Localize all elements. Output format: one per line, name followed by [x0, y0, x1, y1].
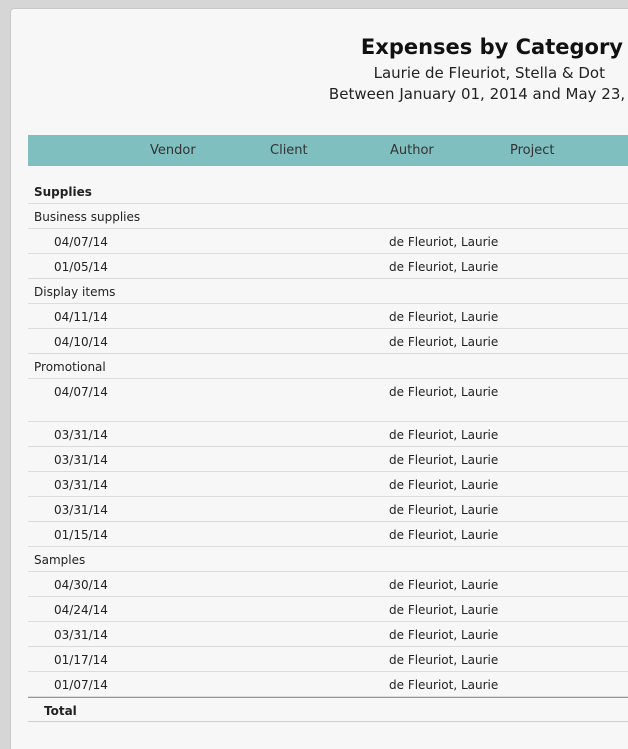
expense-author: de Fleuriot, Laurie	[389, 335, 499, 349]
report-page: Expenses by Category Laurie de Fleuriot,…	[10, 8, 628, 749]
expense-author: de Fleuriot, Laurie	[389, 428, 499, 442]
expense-date: 04/24/14	[54, 603, 108, 617]
report-date-range: Between January 01, 2014 and May 23, 20	[328, 85, 628, 103]
group-label: Business supplies	[34, 210, 141, 224]
expense-row: 01/07/14 de Fleuriot, Laurie	[28, 672, 628, 697]
expense-row: 01/17/14 de Fleuriot, Laurie	[28, 647, 628, 672]
total-row: Total	[28, 697, 628, 722]
expense-row: 04/24/14 de Fleuriot, Laurie	[28, 597, 628, 622]
expense-author: de Fleuriot, Laurie	[389, 385, 499, 399]
expense-author: de Fleuriot, Laurie	[389, 235, 499, 249]
expense-author: de Fleuriot, Laurie	[389, 678, 499, 692]
expense-date: 04/07/14	[54, 385, 108, 399]
expense-author: de Fleuriot, Laurie	[389, 628, 499, 642]
group-row: Business supplies	[28, 204, 628, 229]
expense-date: 03/31/14	[54, 503, 108, 517]
report-header: Expenses by Category Laurie de Fleuriot,…	[328, 35, 628, 103]
expense-date: 01/15/14	[54, 528, 108, 542]
expense-date: 03/31/14	[54, 428, 108, 442]
expense-row: 04/07/14 de Fleuriot, Laurie	[28, 229, 628, 254]
expense-author: de Fleuriot, Laurie	[389, 310, 499, 324]
expense-row: 03/31/14 de Fleuriot, Laurie	[28, 497, 628, 522]
expense-author: de Fleuriot, Laurie	[389, 478, 499, 492]
expense-date: 04/07/14	[54, 235, 108, 249]
group-row: Samples	[28, 547, 628, 572]
group-label: Samples	[34, 553, 86, 567]
expense-author: de Fleuriot, Laurie	[389, 578, 499, 592]
total-label: Total	[44, 704, 77, 718]
expense-date: 03/31/14	[54, 453, 108, 467]
column-header-author[interactable]: Author	[390, 143, 434, 158]
expense-date: 04/11/14	[54, 310, 108, 324]
category-label: Supplies	[34, 185, 92, 199]
expense-table: Supplies Business supplies 04/07/14 de Fleu…	[28, 179, 628, 722]
expense-author: de Fleuriot, Laurie	[389, 260, 499, 274]
group-label: Promotional	[34, 360, 106, 374]
expense-date: 04/10/14	[54, 335, 108, 349]
expense-date: 03/31/14	[54, 478, 108, 492]
expense-author: de Fleuriot, Laurie	[389, 503, 499, 517]
expense-row: 03/31/14 de Fleuriot, Laurie	[28, 622, 628, 647]
category-row: Supplies	[28, 179, 628, 204]
expense-row: 03/31/14 de Fleuriot, Laurie	[28, 422, 628, 447]
expense-date: 01/07/14	[54, 678, 108, 692]
expense-row: 04/11/14 de Fleuriot, Laurie	[28, 304, 628, 329]
group-row: Promotional	[28, 354, 628, 379]
group-row: Display items	[28, 279, 628, 304]
report-title: Expenses by Category	[360, 35, 623, 59]
column-header-project[interactable]: Project	[510, 143, 554, 158]
expense-row: 03/31/14 de Fleuriot, Laurie	[28, 447, 628, 472]
expense-row: 01/15/14 de Fleuriot, Laurie	[28, 522, 628, 547]
expense-author: de Fleuriot, Laurie	[389, 603, 499, 617]
column-header-vendor[interactable]: Vendor	[150, 143, 196, 158]
expense-row: 01/05/14 de Fleuriot, Laurie	[28, 254, 628, 279]
expense-author: de Fleuriot, Laurie	[389, 528, 499, 542]
expense-author: de Fleuriot, Laurie	[389, 653, 499, 667]
group-label: Display items	[34, 285, 116, 299]
expense-author: de Fleuriot, Laurie	[389, 453, 499, 467]
column-header-bar: Vendor Client Author Project	[28, 135, 628, 166]
expense-row: 04/30/14 de Fleuriot, Laurie	[28, 572, 628, 597]
expense-row: 03/31/14 de Fleuriot, Laurie	[28, 472, 628, 497]
expense-date: 04/30/14	[54, 578, 108, 592]
report-subtitle: Laurie de Fleuriot, Stella & Dot	[373, 64, 605, 82]
expense-row: 04/10/14 de Fleuriot, Laurie	[28, 329, 628, 354]
expense-row: 04/07/14 de Fleuriot, Laurie	[28, 379, 628, 422]
expense-date: 03/31/14	[54, 628, 108, 642]
expense-date: 01/05/14	[54, 260, 108, 274]
column-header-client[interactable]: Client	[270, 143, 308, 158]
expense-date: 01/17/14	[54, 653, 108, 667]
